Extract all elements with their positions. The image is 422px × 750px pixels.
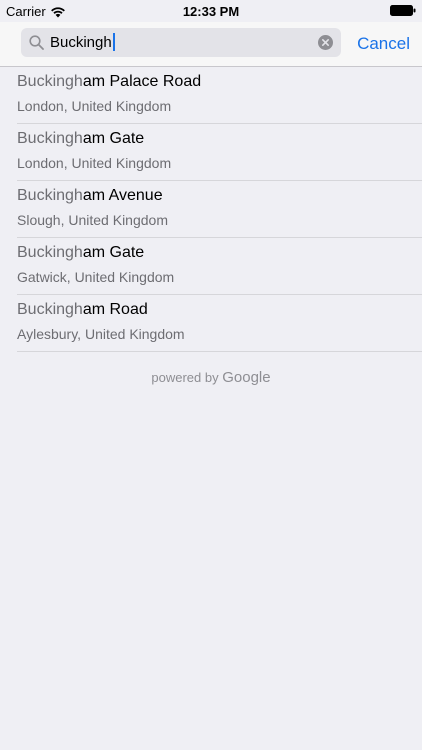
clock: 12:33 PM bbox=[182, 4, 240, 19]
search-input[interactable]: Buckingh bbox=[50, 28, 115, 57]
result-title-rest: am Gate bbox=[82, 130, 145, 147]
result-title-match: Buckingh bbox=[17, 73, 83, 90]
status-bar: Carrier 12:33 PM bbox=[0, 0, 422, 22]
search-query: Buckingh bbox=[50, 34, 112, 51]
result-title-match: Buckingh bbox=[17, 187, 83, 204]
result-subtitle: London, United Kingdom bbox=[17, 98, 172, 114]
search-icon bbox=[29, 35, 44, 50]
clear-icon[interactable] bbox=[318, 35, 333, 50]
result-title: Buckingham Gate bbox=[17, 130, 144, 148]
result-row[interactable]: Buckingham Road Aylesbury, United Kingdo… bbox=[17, 295, 422, 352]
attribution-prefix: powered by bbox=[151, 370, 219, 385]
result-title-match: Buckingh bbox=[17, 301, 83, 318]
result-subtitle: Slough, United Kingdom bbox=[17, 212, 168, 228]
result-subtitle: London, United Kingdom bbox=[17, 155, 172, 171]
result-title: Buckingham Palace Road bbox=[17, 73, 201, 91]
result-title: Buckingham Road bbox=[17, 301, 148, 319]
result-row[interactable]: Buckingham Gate Gatwick, United Kingdom bbox=[17, 238, 422, 295]
result-subtitle: Aylesbury, United Kingdom bbox=[17, 326, 185, 342]
google-attribution: powered by Google bbox=[0, 369, 422, 386]
cancel-button[interactable]: Cancel bbox=[357, 22, 410, 66]
battery-icon bbox=[390, 5, 416, 16]
text-cursor bbox=[112, 33, 115, 52]
result-title-rest: am Gate bbox=[82, 244, 145, 261]
result-title-rest: am Road bbox=[82, 301, 148, 318]
result-title-rest: am Palace Road bbox=[82, 73, 202, 90]
screen: Carrier 12:33 PM Buckingh Cancel Bucking… bbox=[0, 0, 422, 750]
result-row[interactable]: Buckingham Gate London, United Kingdom bbox=[17, 124, 422, 181]
result-row[interactable]: Buckingham Palace Road London, United Ki… bbox=[17, 67, 422, 124]
search-bar: Buckingh Cancel bbox=[0, 22, 422, 67]
result-subtitle: Gatwick, United Kingdom bbox=[17, 269, 175, 285]
results-list: Buckingham Palace Road London, United Ki… bbox=[0, 67, 422, 352]
result-title-match: Buckingh bbox=[17, 130, 83, 147]
result-title: Buckingham Gate bbox=[17, 244, 144, 262]
search-field[interactable]: Buckingh bbox=[21, 28, 341, 57]
google-logo: Google bbox=[222, 369, 271, 386]
result-title: Buckingham Avenue bbox=[17, 187, 163, 205]
result-row[interactable]: Buckingham Avenue Slough, United Kingdom bbox=[17, 181, 422, 238]
result-title-match: Buckingh bbox=[17, 244, 83, 261]
result-title-rest: am Avenue bbox=[82, 187, 163, 204]
